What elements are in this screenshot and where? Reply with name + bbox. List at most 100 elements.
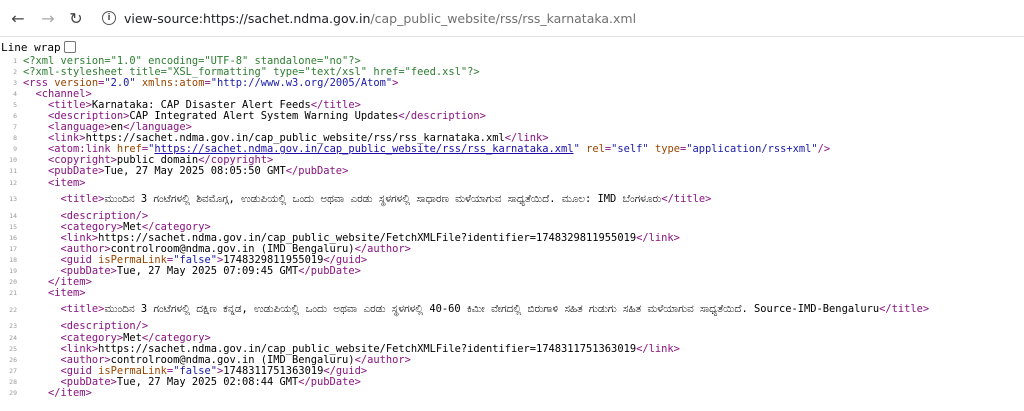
source-line: 19 <pubDate>Tue, 27 May 2025 07:09:45 GM…	[0, 265, 1024, 278]
code-token-attr: xmlns:atom	[141, 76, 205, 89]
source-line: 11 <pubDate>Tue, 27 May 2025 08:05:50 GM…	[0, 165, 1024, 178]
line-number: 22	[9, 305, 17, 314]
line-number: 2	[13, 67, 17, 76]
source-line: 2 <?xml-stylesheet title="XSL_formatting"…	[0, 66, 1024, 78]
line-wrap-control: Line wrap	[0, 39, 1024, 55]
line-code: <item>	[23, 287, 86, 299]
source-line: 22 <title>ಮುಂದಿನ 3 ಗಂಟೆಗಳಲ್ಲಿ ದಕ್ಷಿಣ ಕನ್…	[0, 299, 1024, 321]
url-path: /cap_public_website/rss/rss_karnataka.xm…	[370, 10, 637, 26]
source-line: 29 </item>	[0, 387, 1024, 399]
line-number: 8	[13, 134, 17, 143]
source-line: 27 <guid isPermaLink="false">17483117513…	[0, 365, 1024, 377]
code-token-txt: ಮುಂದಿನ 3 ಗಂಟೆಗಳಲ್ಲಿ ಶಿವಮೊಗ್ಗ, ಉಡುಪಿಯಲ್ಲಿ…	[104, 192, 662, 205]
code-token-tag: </item>	[48, 386, 92, 399]
forward-arrow-icon[interactable]: →	[34, 4, 62, 32]
line-number: 24	[9, 333, 17, 342]
line-number: 27	[9, 366, 17, 375]
source-line: 20 </item>	[0, 276, 1024, 288]
line-code: <title>ಮುಂದಿನ 3 ಗಂಟೆಗಳಲ್ಲಿ ಶಿವಮೊಗ್ಗ, ಉಡು…	[23, 192, 712, 206]
back-arrow-icon[interactable]: ←	[4, 4, 32, 32]
code-token-attr: rel	[586, 143, 605, 156]
source-line: 12 <item>	[0, 177, 1024, 189]
source-line: 5 <title>Karnataka: CAP Disaster Alert F…	[0, 99, 1024, 111]
line-number: 28	[9, 377, 17, 386]
line-code: </item>	[23, 387, 92, 399]
source-line: 1 <?xml version="1.0" encoding="UTF-8" st…	[0, 55, 1024, 67]
code-token-txt: ಮುಂದಿನ 3 ಗಂಟೆಗಳಲ್ಲಿ ದಕ್ಷಿಣ ಕನ್ನಡ, ಉಡುಪಿಯ…	[104, 303, 880, 316]
code-token-tag: </pubDate>	[298, 265, 361, 278]
line-number: 15	[9, 222, 17, 231]
code-token-tag: />	[817, 143, 831, 156]
source-line: 28 <pubDate>Tue, 27 May 2025 02:08:44 GM…	[0, 375, 1024, 388]
line-number: 6	[13, 112, 17, 121]
line-code: <item>	[23, 177, 86, 189]
code-token-tag: <item>	[48, 176, 86, 189]
url-host: view-source:https://sachet.ndma.gov.in	[124, 10, 371, 26]
line-number: 5	[13, 100, 17, 109]
source-line: 8 <link>https://sachet.ndma.gov.in/cap_p…	[0, 132, 1024, 144]
source-line: 15 <category>Met</category>	[0, 221, 1024, 233]
code-token-val: "self"	[611, 143, 649, 156]
line-number: 20	[9, 278, 17, 287]
info-icon[interactable]: i	[102, 11, 116, 25]
source-line: 13 <title>ಮುಂದಿನ 3 ಗಂಟೆಗಳಲ್ಲಿ ಶಿವಮೊಗ್ಗ, …	[0, 188, 1024, 210]
line-number: 16	[9, 233, 17, 242]
line-number: 3	[13, 78, 17, 87]
source-line: 9 <atom:link href="https://sachet.ndma.g…	[0, 143, 1024, 156]
code-token-tag: </pubDate>	[298, 375, 361, 388]
source-line: 24 <category>Met</category>	[0, 332, 1024, 344]
line-number: 14	[9, 211, 17, 220]
line-number: 18	[9, 256, 17, 265]
code-token-tag: <title>	[60, 192, 105, 205]
code-token-val: "application/rss+xml"	[686, 143, 818, 156]
line-number: 12	[9, 178, 17, 187]
code-token-txt: Tue, 27 May 2025 08:05:50 GMT	[104, 165, 286, 178]
code-token-tag: </link>	[636, 231, 680, 244]
line-number: 17	[9, 244, 17, 253]
code-token-txt: Tue, 27 May 2025 02:08:44 GMT	[116, 375, 299, 388]
url-text[interactable]: view-source:https://sachet.ndma.gov.in/c…	[124, 11, 636, 26]
code-token-tag: </description>	[398, 110, 486, 123]
line-number: 21	[9, 289, 17, 298]
source-line: 16 <link>https://sachet.ndma.gov.in/cap_…	[0, 231, 1024, 244]
source-line: 25 <link>https://sachet.ndma.gov.in/cap_…	[0, 342, 1024, 355]
source-line: 10 <copyright>public domain</copyright>	[0, 154, 1024, 166]
code-token-tag: </pubDate>	[285, 165, 349, 178]
code-token-val: "http://www.w3.org/2005/Atom"	[210, 76, 393, 89]
line-wrap-checkbox[interactable]	[63, 41, 76, 53]
line-code: <title>ಮುಂದಿನ 3 ಗಂಟೆಗಳಲ್ಲಿ ದಕ್ಷಿಣ ಕನ್ನಡ,…	[23, 303, 930, 316]
source-line: 23 <description/>	[0, 320, 1024, 332]
source-line: 7 <language>en</language>	[0, 121, 1024, 133]
browser-toolbar: ← → ↻ i view-source:https://sachet.ndma.…	[0, 0, 1024, 37]
code-token-tag: >	[392, 76, 399, 89]
source-line: 4 <channel>	[0, 88, 1024, 100]
line-number: 25	[9, 344, 17, 353]
code-token-val: "2.0"	[104, 76, 136, 89]
source-line: 18 <guid isPermaLink="false">17483298119…	[0, 254, 1024, 266]
line-number: 1	[13, 56, 17, 65]
address-bar[interactable]: i view-source:https://sachet.ndma.gov.in…	[94, 4, 1016, 32]
source-line: 17 <author>controlroom@ndma.gov.in (IMD …	[0, 243, 1024, 255]
source-line: 21 <item>	[0, 287, 1024, 299]
source-view: 1 <?xml version="1.0" encoding="UTF-8" st…	[0, 55, 1024, 399]
code-token-tag: </title>	[661, 192, 712, 205]
code-token-txt: Tue, 27 May 2025 07:09:45 GMT	[116, 265, 299, 278]
line-number: 23	[9, 322, 17, 331]
source-line: 3 <rss version="2.0" xmlns:atom="http://w…	[0, 76, 1024, 89]
code-token-tag: <item>	[48, 287, 86, 300]
line-number: 13	[9, 195, 17, 204]
line-number: 26	[9, 355, 17, 364]
line-number: 4	[13, 89, 17, 98]
line-wrap-label: Line wrap	[1, 40, 61, 54]
reload-icon[interactable]: ↻	[62, 4, 90, 32]
code-token-tag: </link>	[636, 342, 680, 355]
source-line: 6 <description>CAP Integrated Alert Syst…	[0, 110, 1024, 123]
line-number: 29	[9, 388, 17, 397]
line-number: 10	[9, 156, 17, 165]
code-token-tag: </title>	[879, 303, 930, 316]
